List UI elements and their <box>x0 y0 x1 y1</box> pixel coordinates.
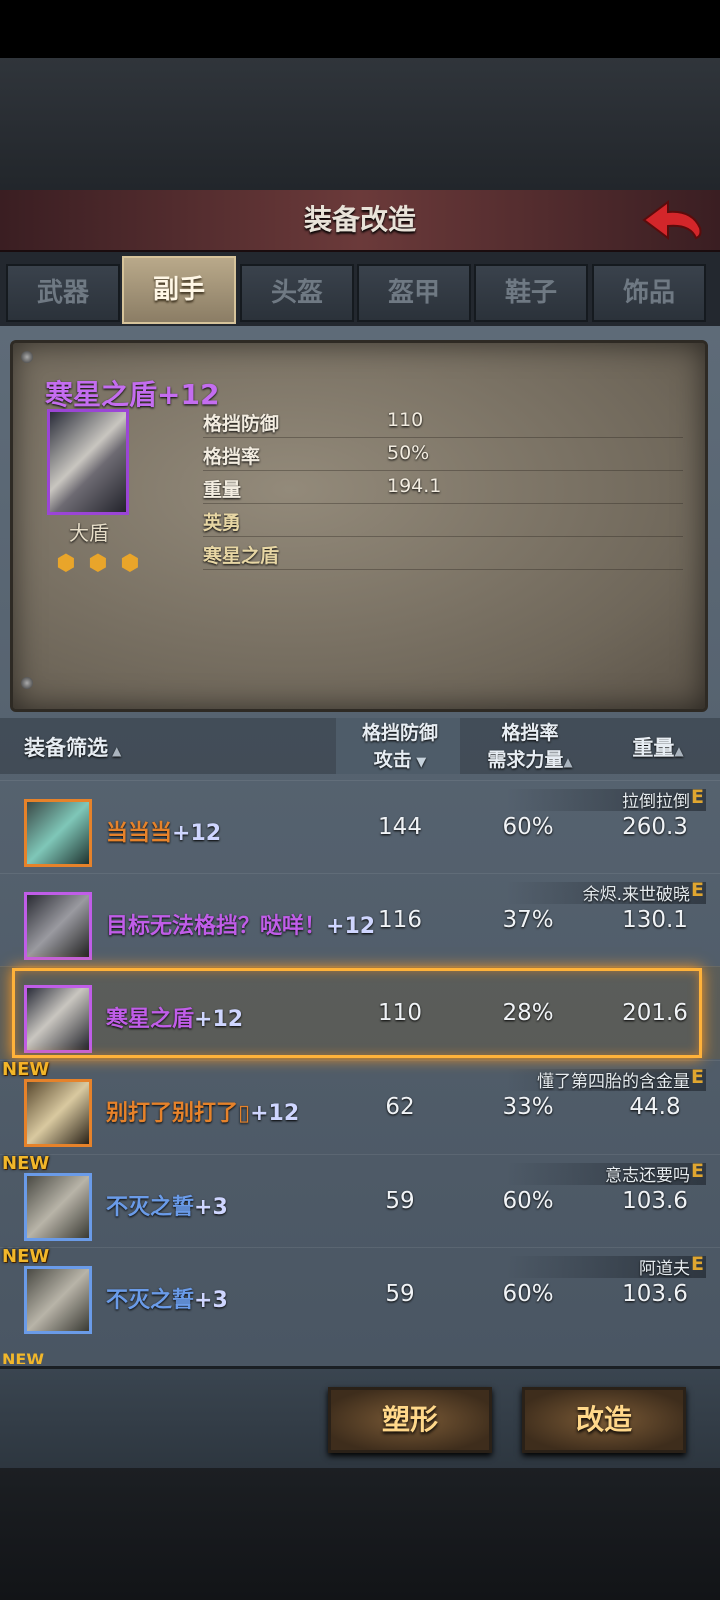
block-defense-value: 59 <box>385 1281 415 1307</box>
bottom-action-bar: 塑形 改造 <box>0 1366 720 1471</box>
stat-row: 重量 194.1 <box>203 471 683 504</box>
stat-label: 重量 <box>203 479 242 501</box>
item-type: 大盾 <box>69 521 109 545</box>
list-item[interactable]: 意志还要吗 E 不灭之誓+3 59 60% 103.6 NEW <box>0 1153 720 1247</box>
background-bottom <box>0 1468 720 1600</box>
item-name: 寒星之盾+12 <box>45 378 220 411</box>
gem-slot-icon: ⬢ <box>88 551 108 576</box>
grade-letter: E <box>691 879 704 901</box>
new-badge: NEW <box>2 1350 44 1364</box>
selected-row-highlight <box>12 968 702 1058</box>
filter-button[interactable]: 装备筛选 ▲ <box>24 732 121 762</box>
grade-letter: E <box>691 1066 704 1088</box>
item-name: 别打了别打了▯+12 <box>106 1101 300 1126</box>
status-bar-area <box>0 0 720 58</box>
block-defense-value: 116 <box>378 907 422 933</box>
back-arrow-icon[interactable] <box>642 198 704 242</box>
item-name: 不灭之誓+3 <box>106 1288 228 1313</box>
item-detail-card: 寒星之盾+12 大盾 ⬢ ⬢ ⬢ 格挡防御 110 格挡率 50% 重量 194… <box>10 340 708 712</box>
owner-tag: 拉倒拉倒 <box>622 792 690 812</box>
stat-value: 110 <box>387 409 424 431</box>
new-badge: NEW <box>2 1059 50 1080</box>
nail-decoration <box>21 677 33 689</box>
weight-value: 130.1 <box>622 907 688 933</box>
new-badge: NEW <box>2 1153 50 1174</box>
stat-row: 寒星之盾 <box>203 537 683 570</box>
tab-weapon[interactable]: 武器 <box>6 264 120 322</box>
header-bar: 装备改造 <box>0 190 720 252</box>
tab-shoes[interactable]: 鞋子 <box>474 264 588 322</box>
weight-value: 260.3 <box>622 814 688 840</box>
weight-value: 44.8 <box>629 1094 681 1120</box>
block-rate-value: 60% <box>502 814 554 840</box>
shield-item-icon <box>24 1266 92 1334</box>
grade-letter: E <box>691 1253 704 1275</box>
tab-offhand[interactable]: 副手 <box>122 256 236 324</box>
owner-tag: 意志还要吗 <box>605 1166 690 1186</box>
reshape-button[interactable]: 塑形 <box>328 1387 492 1453</box>
shield-item-icon <box>24 799 92 867</box>
stat-value: 194.1 <box>387 475 442 497</box>
item-name: 目标无法格挡？哒咩！+12 <box>106 914 376 939</box>
stat-row: 格挡防御 110 <box>203 405 683 438</box>
list-header: 装备筛选 ▲ 格挡防御 攻击 ▼ 格挡率 需求力量▲ 重量▲ <box>0 718 720 774</box>
trait-label: 英勇 <box>203 512 242 534</box>
gem-slot-icon: ⬢ <box>120 551 140 576</box>
grade-letter: E <box>691 1160 704 1182</box>
background-top <box>0 58 720 190</box>
shield-item-icon <box>24 892 92 960</box>
grade-letter: E <box>691 786 704 808</box>
block-rate-value: 37% <box>502 907 554 933</box>
block-rate-value: 33% <box>502 1094 554 1120</box>
new-badge: NEW <box>2 1246 50 1267</box>
sort-block-rate[interactable]: 格挡率 需求力量▲ <box>470 718 590 772</box>
item-name: 不灭之誓+3 <box>106 1195 228 1220</box>
block-rate-value: 60% <box>502 1188 554 1214</box>
weight-value: 103.6 <box>622 1281 688 1307</box>
page-title: 装备改造 <box>303 203 416 236</box>
tab-accessory[interactable]: 饰品 <box>592 264 706 322</box>
sort-weight[interactable]: 重量▲ <box>610 732 706 762</box>
tab-armor[interactable]: 盔甲 <box>357 264 471 322</box>
nail-decoration <box>21 351 33 363</box>
list-item[interactable]: 拉倒拉倒 E 当当当+12 144 60% 260.3 <box>0 780 720 873</box>
owner-tag: 阿道夫 <box>639 1259 690 1279</box>
list-item[interactable]: 懂了第四胎的含金量 E 别打了别打了▯+12 62 33% 44.8 NEW <box>0 1059 720 1153</box>
sort-block-defense[interactable]: 格挡防御 攻击 ▼ <box>340 718 460 772</box>
block-defense-value: 59 <box>385 1188 415 1214</box>
block-defense-value: 144 <box>378 814 422 840</box>
block-rate-value: 60% <box>502 1281 554 1307</box>
stat-row: 格挡率 50% <box>203 438 683 471</box>
tab-helmet[interactable]: 头盔 <box>240 264 354 322</box>
weight-value: 103.6 <box>622 1188 688 1214</box>
block-defense-value: 62 <box>385 1094 415 1120</box>
shield-item-icon <box>24 1173 92 1241</box>
list-item[interactable]: 余烬.来世破晓 E 目标无法格挡？哒咩！+12 116 37% 130.1 <box>0 873 720 966</box>
stat-value: 50% <box>387 442 430 464</box>
stat-label: 格挡率 <box>203 446 261 468</box>
shield-item-icon <box>47 409 129 515</box>
owner-tag: 懂了第四胎的含金量 <box>537 1072 690 1092</box>
tab-bar: 武器 副手 头盔 盔甲 鞋子 饰品 <box>0 252 720 326</box>
stat-label: 格挡防御 <box>203 413 280 435</box>
stat-row: 英勇 <box>203 504 683 537</box>
owner-tag: 余烬.来世破晓 <box>582 885 690 905</box>
item-name: 当当当+12 <box>106 821 222 846</box>
modify-button[interactable]: 改造 <box>522 1387 686 1453</box>
set-label: 寒星之盾 <box>203 545 280 567</box>
shield-item-icon <box>24 1079 92 1147</box>
list-item[interactable]: 阿道夫 E 不灭之誓+3 59 60% 103.6 NEW <box>0 1246 720 1340</box>
gem-slot-icon: ⬢ <box>56 551 76 576</box>
